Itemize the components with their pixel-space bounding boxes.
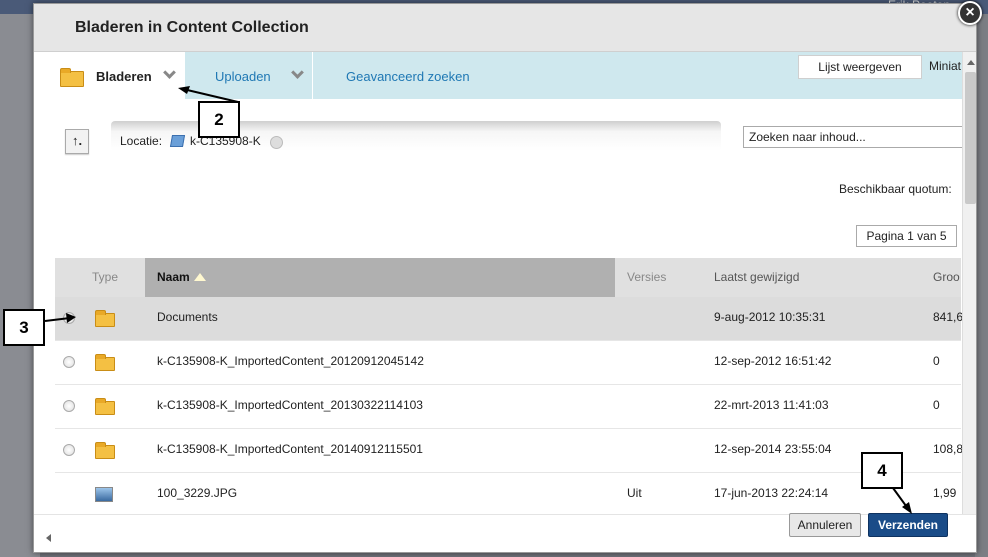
arrow-3-head [66,313,76,323]
callout-2: 2 [198,101,240,138]
annotation-arrows [44,86,912,514]
arrow-2-head [178,86,190,94]
arrow-3 [44,317,71,322]
callout-3: 3 [3,309,45,346]
callout-4: 4 [861,452,903,489]
